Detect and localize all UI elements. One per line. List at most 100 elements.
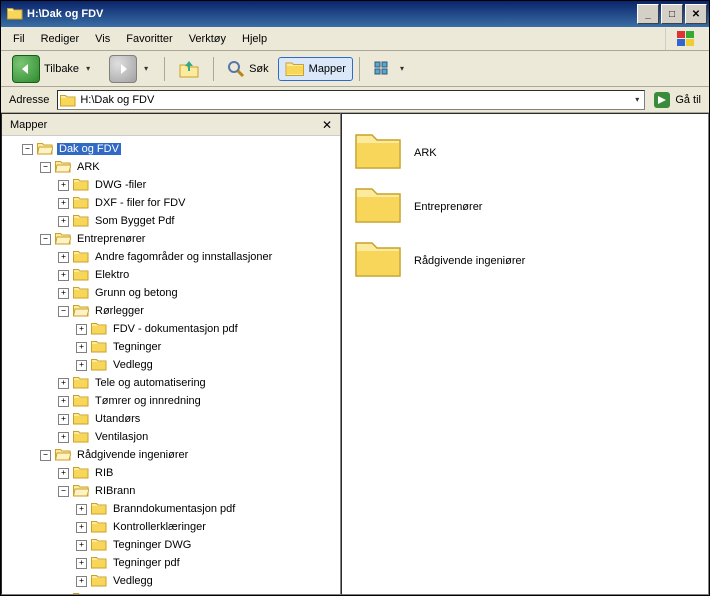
address-input-wrapper[interactable]: ▾ [57,90,645,110]
expand-icon[interactable]: + [58,378,69,389]
expand-icon[interactable]: + [76,504,87,515]
menu-favorites[interactable]: Favoritter [118,30,180,48]
tree-item-label[interactable]: FDV - dokumentasjon pdf [111,323,240,335]
tree-item[interactable]: + Grunn og betong [2,284,340,302]
tree-item-label[interactable]: ARK [75,161,102,173]
tree-item-label[interactable]: Kontrollerklæringer [111,521,208,533]
folders-button[interactable]: Mapper [278,57,353,81]
expand-icon[interactable]: + [58,432,69,443]
menu-view[interactable]: Vis [87,30,118,48]
expand-icon[interactable]: + [76,324,87,335]
tree-item[interactable]: − Dak og FDV [2,140,340,158]
close-button[interactable]: ✕ [685,4,707,24]
collapse-icon[interactable]: − [58,486,69,497]
forward-button[interactable]: ▾ [102,52,158,86]
expand-icon[interactable]: + [58,216,69,227]
tree-item-label[interactable]: Vedlegg [111,359,155,371]
content-pane[interactable]: ARKEntreprenørerRådgivende ingeniører [341,113,709,595]
minimize-button[interactable]: _ [637,4,659,24]
tree-item-label[interactable]: RIB [93,467,115,479]
tree-item[interactable]: + Kontrollerklæringer [2,518,340,536]
menu-edit[interactable]: Rediger [33,30,88,48]
views-dropdown-icon[interactable]: ▾ [397,64,407,73]
tree-item-label[interactable]: Grunn og betong [93,287,180,299]
menu-file[interactable]: Fil [5,30,33,48]
go-button[interactable]: Gå til [649,89,705,111]
expand-icon[interactable]: + [58,180,69,191]
expand-icon[interactable]: + [76,558,87,569]
menu-tools[interactable]: Verktøy [181,30,234,48]
tree-item-label[interactable]: Rørlegger [93,305,146,317]
folders-pane-close-icon[interactable]: ✕ [322,118,332,132]
tree-item-label[interactable]: Entreprenører [75,233,147,245]
tree-item-label[interactable]: Ventilasjon [93,431,150,443]
tree-item[interactable]: + RIB [2,464,340,482]
collapse-icon[interactable]: − [58,306,69,317]
forward-dropdown-icon[interactable]: ▾ [141,64,151,73]
tree-item[interactable]: − Rørlegger [2,302,340,320]
tree-item[interactable]: + Tegninger DWG [2,536,340,554]
address-input[interactable] [76,94,632,106]
tree-item[interactable]: + Tegninger pdf [2,554,340,572]
folder-tree[interactable]: −Dak og FDV−ARK+DWG -filer+DXF - filer f… [2,136,340,594]
tree-item[interactable]: + Utandørs [2,410,340,428]
tree-item[interactable]: + FDV - dokumentasjon pdf [2,320,340,338]
tree-item-label[interactable]: DWG -filer [93,179,148,191]
folder-item[interactable]: Entreprenører [354,180,696,234]
tree-item-label[interactable]: Tømrer og innredning [93,395,203,407]
tree-item[interactable]: + Branndokumentasjon pdf [2,500,340,518]
back-button[interactable]: Tilbake ▾ [5,52,100,86]
tree-item[interactable]: + Vedlegg [2,356,340,374]
tree-item-label[interactable]: Elektro [93,269,131,281]
tree-item-label[interactable]: Andre fagområder og innstallasjoner [93,251,274,263]
tree-item-label[interactable]: Tegninger pdf [111,557,182,569]
tree-item-label[interactable]: Tegninger [111,341,163,353]
tree-item-label[interactable]: Tele og automatisering [93,377,208,389]
folder-item[interactable]: Rådgivende ingeniører [354,234,696,288]
tree-item[interactable]: −Entreprenører [2,230,340,248]
tree-item[interactable]: + RIE [2,590,340,594]
tree-item[interactable]: + Tegninger [2,338,340,356]
expand-icon[interactable]: + [76,576,87,587]
tree-item[interactable]: + Som Bygget Pdf [2,212,340,230]
tree-item-label[interactable]: Branndokumentasjon pdf [111,503,237,515]
tree-item-label[interactable]: Som Bygget Pdf [93,215,177,227]
back-dropdown-icon[interactable]: ▾ [83,64,93,73]
tree-item[interactable]: + Elektro [2,266,340,284]
expand-icon[interactable]: + [76,522,87,533]
expand-icon[interactable]: + [58,252,69,263]
tree-item[interactable]: − Rådgivende ingeniører [2,446,340,464]
expand-icon[interactable]: + [58,288,69,299]
collapse-icon[interactable]: − [22,144,33,155]
up-button[interactable] [171,55,207,83]
tree-item-label[interactable]: Dak og FDV [57,143,121,155]
expand-icon[interactable]: + [58,414,69,425]
tree-item-label[interactable]: Tegninger DWG [111,539,193,551]
tree-item-label[interactable]: Utandørs [93,413,142,425]
maximize-button[interactable]: □ [661,4,683,24]
tree-item-label[interactable]: Vedlegg [111,575,155,587]
tree-item-label[interactable]: RIBrann [93,485,137,497]
tree-item-label[interactable]: Rådgivende ingeniører [75,449,190,461]
expand-icon[interactable]: + [58,396,69,407]
expand-icon[interactable]: + [58,198,69,209]
tree-item-label[interactable]: DXF - filer for FDV [93,197,187,209]
expand-icon[interactable]: + [58,270,69,281]
tree-item-label[interactable]: RIE [93,593,115,594]
folder-item[interactable]: ARK [354,126,696,180]
tree-item[interactable]: − RIBrann [2,482,340,500]
tree-item[interactable]: + Andre fagområder og innstallasjoner [2,248,340,266]
expand-icon[interactable]: + [76,360,87,371]
expand-icon[interactable]: + [58,468,69,479]
collapse-icon[interactable]: − [40,450,51,461]
tree-item[interactable]: −ARK [2,158,340,176]
search-button[interactable]: Søk [220,57,276,81]
expand-icon[interactable]: + [76,540,87,551]
expand-icon[interactable]: + [76,342,87,353]
tree-item[interactable]: + Tele og automatisering [2,374,340,392]
tree-item[interactable]: + Ventilasjon [2,428,340,446]
expand-icon[interactable]: + [58,594,69,595]
address-dropdown-icon[interactable]: ▾ [632,95,642,104]
tree-item[interactable]: + Tømrer og innredning [2,392,340,410]
tree-item[interactable]: + DXF - filer for FDV [2,194,340,212]
